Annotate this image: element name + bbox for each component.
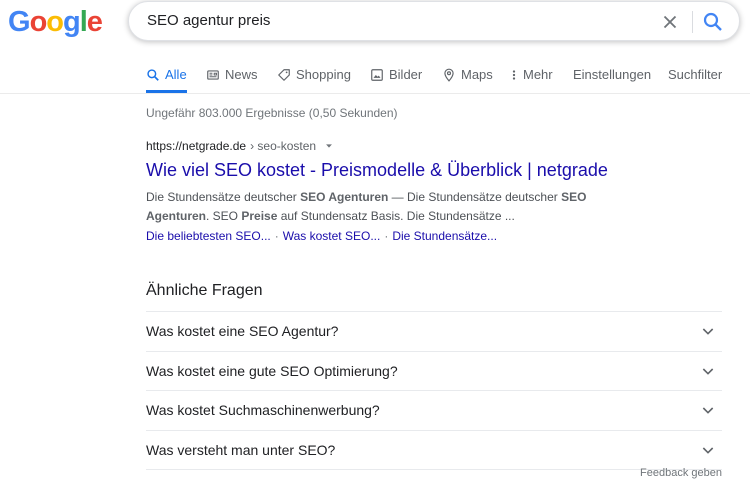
news-icon (207, 70, 219, 80)
image-icon (371, 69, 383, 81)
tag-icon (278, 69, 290, 81)
related-question[interactable]: Was kostet Suchmaschinenwerbung? (146, 391, 722, 431)
related-question[interactable]: Was versteht man unter SEO? (146, 431, 722, 470)
chevron-down-icon (702, 368, 714, 375)
result-snippet: Die Stundensätze deutscher SEO Agenturen… (146, 188, 616, 226)
chevron-down-icon (702, 328, 714, 336)
map-pin-icon (444, 68, 454, 82)
tab-label: Maps (461, 67, 493, 82)
tab-einstellungen[interactable]: Einstellungen (573, 67, 651, 93)
search-box (128, 1, 740, 41)
logo-letter: g (63, 6, 81, 38)
tab-maps[interactable]: Maps (442, 67, 493, 93)
logo-letter: o (46, 6, 64, 38)
sitelink-separator: · (384, 229, 389, 243)
tab-mehr[interactable]: Mehr (510, 67, 553, 93)
question-text: Was kostet Suchmaschinenwerbung? (146, 402, 380, 419)
chevron-down-icon (702, 447, 714, 454)
result-path: › seo-kosten (250, 139, 317, 153)
tab-label: Alle (165, 67, 187, 82)
search-icon (147, 69, 159, 81)
tab-suchfilter[interactable]: Suchfilter (668, 67, 722, 93)
tab-label: Bilder (389, 67, 423, 82)
search-icon (703, 12, 722, 31)
close-icon (663, 15, 677, 29)
tab-alle[interactable]: Alle (146, 67, 187, 93)
search-divider (692, 11, 693, 33)
tab-label: Suchfilter (668, 67, 723, 82)
snippet-bold: Preise (241, 209, 278, 223)
snippet-text: — Die Stundensätze deutscher (388, 190, 562, 204)
snippet-text: auf Stundensatz Basis. Die Stundensätze … (277, 209, 515, 223)
logo-letter: e (86, 6, 103, 38)
search-input[interactable] (147, 2, 647, 40)
tab-shopping[interactable]: Shopping (277, 67, 351, 93)
chevron-down-icon (702, 407, 714, 415)
feedback-link[interactable]: Feedback geben (640, 467, 722, 479)
related-questions-title: Ähnliche Fragen (146, 282, 263, 299)
tab-news[interactable]: News (206, 67, 258, 93)
more-vert-icon (512, 70, 516, 80)
result-title-link[interactable]: Wie viel SEO kostet - Preismodelle & Übe… (146, 160, 608, 181)
logo-letter: l (79, 6, 88, 38)
result-stats: Ungefähr 803.000 Ergebnisse (0,50 Sekund… (146, 106, 398, 120)
related-question[interactable]: Was kostet eine SEO Agentur? (146, 312, 722, 352)
question-text: Was versteht man unter SEO? (146, 441, 336, 458)
sitelink[interactable]: Die beliebtesten SEO... (146, 229, 271, 243)
related-question[interactable]: Was kostet eine gute SEO Optimierung? (146, 352, 722, 391)
sitelink-separator: · (274, 229, 279, 243)
logo-letter: o (29, 6, 48, 38)
logo-letter: G (8, 6, 31, 38)
result-breadcrumb: https://netgrade.de › seo-kosten (146, 139, 334, 153)
tab-bilder[interactable]: Bilder (370, 67, 422, 93)
question-text: Was kostet eine SEO Agentur? (146, 323, 339, 340)
snippet-text: Die Stundensätze deutscher (146, 190, 301, 204)
clear-search-button[interactable] (659, 11, 681, 33)
search-button[interactable] (701, 10, 725, 34)
tab-label: Mehr (523, 67, 553, 82)
snippet-text: . SEO (206, 209, 242, 223)
google-logo[interactable]: Google (8, 6, 103, 38)
sitelink[interactable]: Was kostet SEO... (283, 229, 381, 243)
snippet-bold: SEO Agenturen (300, 190, 389, 204)
sitelink[interactable]: Die Stundensätze... (392, 229, 497, 243)
tab-label: News (225, 67, 258, 82)
related-questions-list: Was kostet eine SEO Agentur? Was kostet … (146, 311, 722, 470)
result-domain: https://netgrade.de (146, 139, 247, 153)
tab-label: Shopping (296, 67, 351, 82)
question-text: Was kostet eine gute SEO Optimierung? (146, 362, 398, 379)
search-tabs: Alle News Shopping Bilder Maps Mehr Eins… (0, 60, 750, 94)
result-sitelinks: Die beliebtesten SEO... · Was kostet SEO… (146, 229, 497, 243)
chevron-down-icon[interactable] (324, 141, 334, 151)
tab-label: Einstellungen (573, 67, 652, 82)
